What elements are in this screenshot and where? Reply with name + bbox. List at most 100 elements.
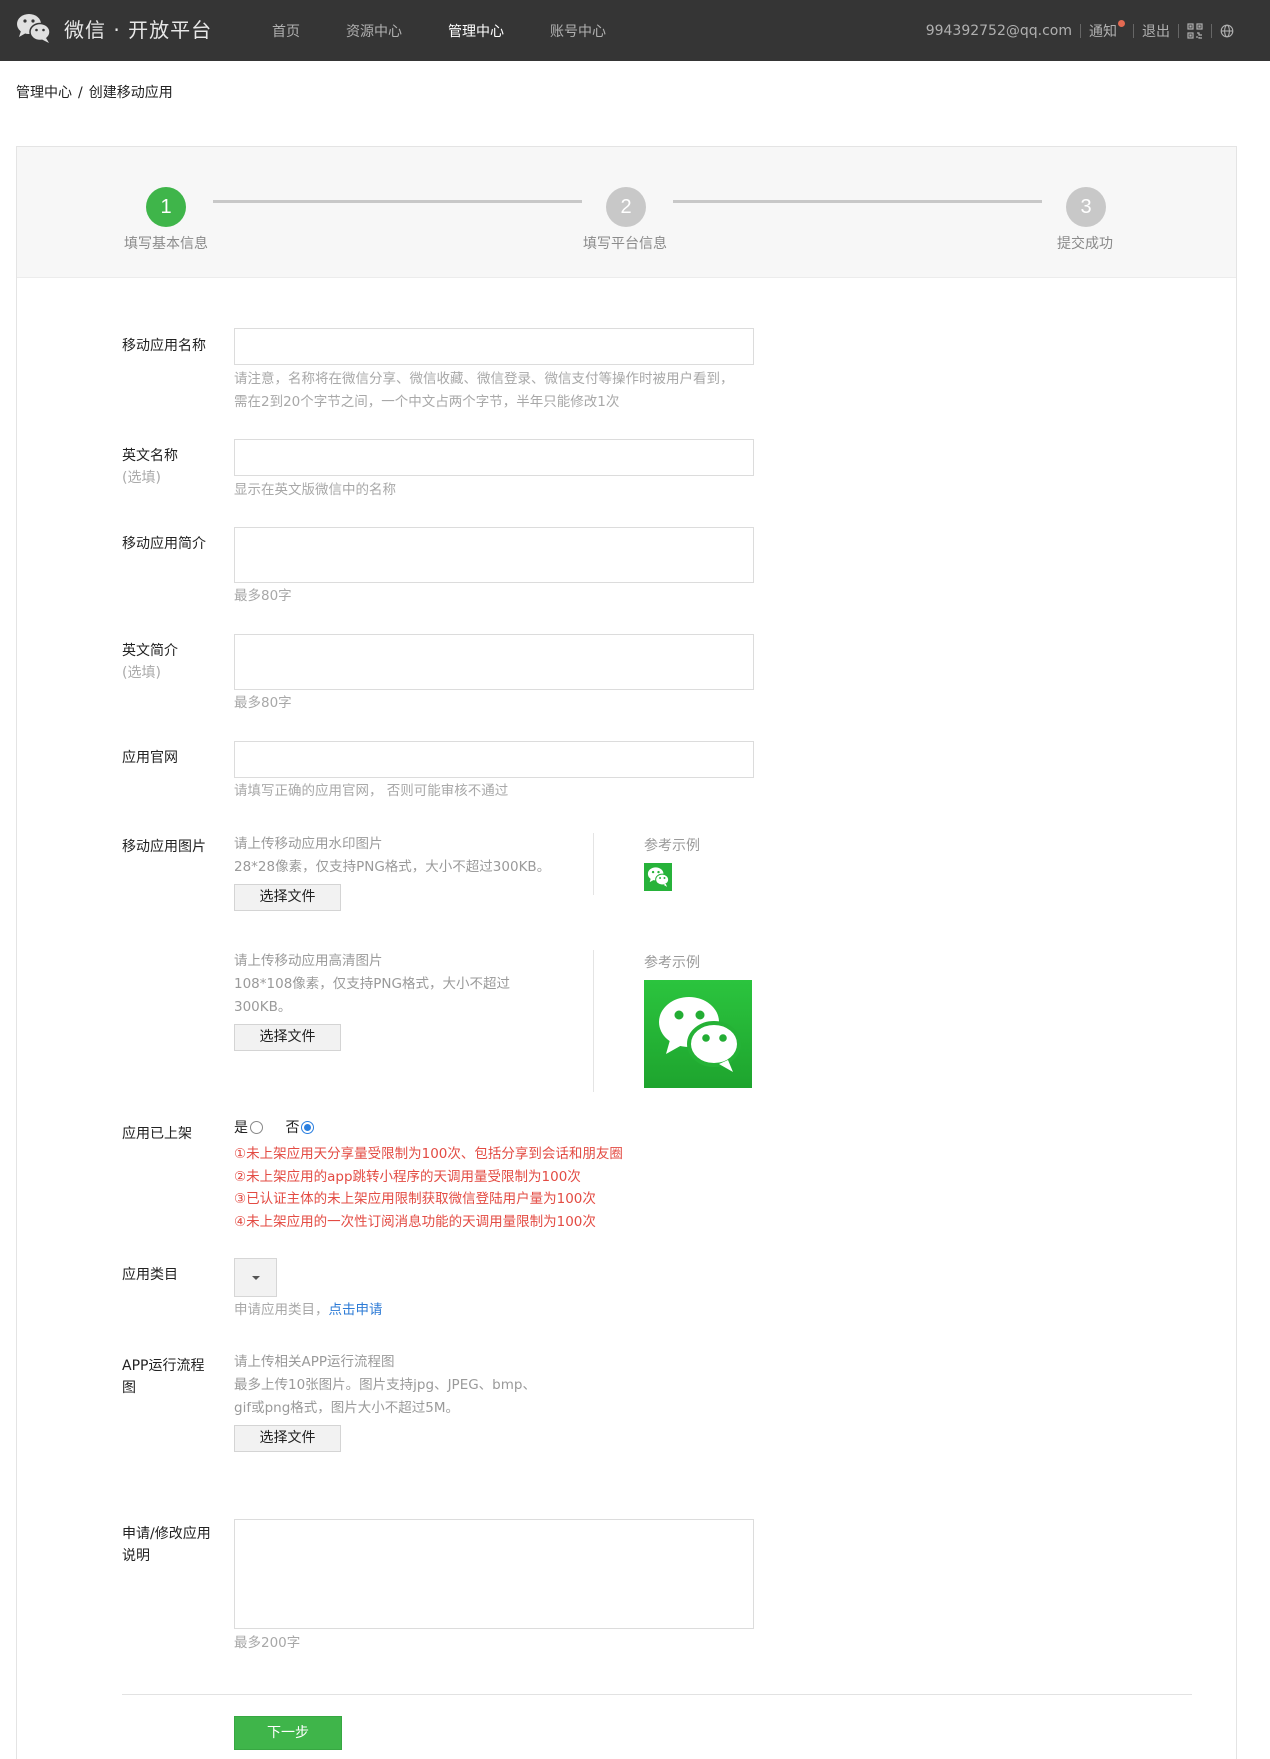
main-nav: 首页 资源中心 管理中心 账号中心 [272, 0, 652, 61]
category-hint-text: 申请应用类目， [234, 1302, 329, 1318]
notice-link[interactable]: 通知 [1089, 19, 1125, 41]
breadcrumb-parent[interactable]: 管理中心 [16, 85, 72, 101]
vertical-divider [593, 950, 594, 1092]
listed-radio-group: 是 否 [234, 1117, 315, 1137]
english-name-hint: 显示在英文版微信中的名称 [234, 482, 396, 498]
listed-label: 应用已上架 [122, 1126, 192, 1142]
flowchart-hint-line3: gif或png格式，图片大小不超过5M。 [234, 1400, 460, 1416]
listed-note-3: ③已认证主体的未上架应用限制获取微信登陆用户量为100次 [234, 1191, 596, 1207]
separator [1211, 23, 1212, 38]
english-intro-textarea[interactable] [234, 634, 754, 690]
brand-name: 微信 · 开放平台 [64, 17, 213, 42]
separator [1133, 23, 1134, 38]
qrcode-icon[interactable] [1187, 22, 1203, 39]
nav-resources[interactable]: 资源中心 [346, 21, 402, 41]
optional-tag: (选填) [122, 470, 161, 486]
listed-yes-label: 是 [234, 1120, 248, 1136]
chevron-down-icon [252, 1276, 260, 1280]
category-hint: 申请应用类目，点击申请 [234, 1299, 383, 1322]
app-name-hint: 请注意，名称将在微信分享、微信收藏、微信登录、微信支付等操作时被用户看到， 需在… [234, 368, 734, 414]
large-icon-hint-line2: 108*108像素，仅支持PNG格式，大小不超过 [234, 976, 510, 992]
nav-management[interactable]: 管理中心 [448, 21, 504, 41]
nav-account[interactable]: 账号中心 [550, 21, 606, 41]
step-2-circle: 2 [606, 187, 646, 227]
vertical-divider [593, 833, 594, 895]
listed-note-4: ④未上架应用的一次性订阅消息功能的天调用量限制为100次 [234, 1213, 596, 1230]
progress-steps: 1 2 3 填写基本信息 填写平台信息 提交成功 [17, 147, 1236, 278]
listed-yes-radio[interactable] [250, 1120, 263, 1134]
flowchart-label-line1: APP运行流程 [122, 1358, 205, 1374]
globe-icon[interactable] [1220, 23, 1236, 39]
small-icon-hint-line2: 28*28像素，仅支持PNG格式，大小不超过300KB。 [234, 859, 551, 875]
nav-home[interactable]: 首页 [272, 21, 300, 41]
listed-note-1: ①未上架应用天分享量受限制为100次、包括分享到会话和朋友圈 [234, 1146, 623, 1162]
breadcrumb-current: 创建移动应用 [88, 85, 173, 101]
app-intro-hint: 最多80字 [234, 588, 292, 604]
apply-category-link[interactable]: 点击申请 [329, 1302, 383, 1318]
notice-label: 通知 [1089, 23, 1117, 40]
separator [1178, 23, 1179, 38]
english-intro-label-text: 英文简介 [122, 643, 178, 659]
small-icon-hint-line1: 请上传移动应用水印图片 [234, 836, 383, 852]
explain-label-line2: 说明 [122, 1548, 150, 1564]
choose-large-icon-button[interactable]: 选择文件 [234, 1024, 341, 1051]
large-icon-reference-label: 参考示例 [644, 955, 700, 971]
step-1-label: 填写基本信息 [124, 236, 208, 252]
create-app-card: 1 2 3 填写基本信息 填写平台信息 提交成功 移动应用名称 请注意，名称将在… [16, 146, 1237, 1759]
next-step-button[interactable]: 下一步 [234, 1716, 342, 1750]
app-name-hint-line1: 请注意，名称将在微信分享、微信收藏、微信登录、微信支付等操作时被用户看到， [234, 371, 734, 387]
explain-label: 申请/修改应用 说明 [122, 1523, 211, 1567]
optional-tag: (选填) [122, 665, 161, 681]
logout-link[interactable]: 退出 [1142, 21, 1170, 41]
english-intro-label: 英文简介 (选填) [122, 640, 178, 684]
app-name-label: 移动应用名称 [122, 338, 206, 354]
website-hint: 请填写正确的应用官网， 否则可能审核不通过 [234, 783, 509, 799]
listed-no-label: 否 [285, 1120, 300, 1136]
website-input[interactable] [234, 741, 754, 778]
large-icon-hint-line3: 300KB。 [234, 999, 292, 1015]
step-3-label: 提交成功 [1057, 236, 1113, 252]
wechat-large-example-icon [644, 980, 752, 1088]
separator [1080, 23, 1081, 38]
step-connector [673, 200, 1042, 203]
notice-badge-dot [1118, 19, 1125, 27]
explain-label-line1: 申请/修改应用 [122, 1526, 211, 1542]
english-name-label-text: 英文名称 [122, 448, 178, 464]
step-3-circle: 3 [1066, 187, 1106, 227]
user-toolbar: 994392752@qq.com 通知 退出 [926, 0, 1236, 61]
step-1-circle: 1 [146, 187, 186, 227]
app-name-input[interactable] [234, 328, 754, 365]
english-name-label: 英文名称 (选填) [122, 445, 178, 489]
category-dropdown[interactable] [234, 1258, 277, 1297]
large-icon-hint-line1: 请上传移动应用高清图片 [234, 953, 383, 969]
form-divider [122, 1694, 1192, 1695]
app-intro-label: 移动应用简介 [122, 536, 206, 552]
flowchart-hint-line1: 请上传相关APP运行流程图 [234, 1354, 395, 1370]
listed-no-radio[interactable] [301, 1120, 315, 1134]
flowchart-hint: 请上传相关APP运行流程图 最多上传10张图片。图片支持jpg、JPEG、bmp… [234, 1351, 536, 1420]
listed-notes: ①未上架应用天分享量受限制为100次、包括分享到会话和朋友圈 ②未上架应用的ap… [234, 1143, 623, 1233]
step-2-label: 填写平台信息 [583, 236, 667, 252]
category-label: 应用类目 [122, 1267, 178, 1283]
breadcrumb: 管理中心 / 创建移动应用 [16, 82, 173, 102]
english-intro-hint: 最多80字 [234, 695, 292, 711]
small-icon-hint: 请上传移动应用水印图片 28*28像素，仅支持PNG格式，大小不超过300KB。 [234, 833, 550, 879]
brand-logo[interactable]: 微信 · 开放平台 [16, 12, 212, 44]
small-icon-reference-label: 参考示例 [644, 838, 700, 854]
explain-hint: 最多200字 [234, 1635, 301, 1651]
wechat-logo-icon [17, 14, 51, 43]
flowchart-label: APP运行流程 图 [122, 1355, 204, 1399]
app-intro-textarea[interactable] [234, 527, 754, 583]
flowchart-label-line2: 图 [122, 1380, 136, 1396]
website-label: 应用官网 [122, 750, 178, 766]
top-navigation-bar: 微信 · 开放平台 首页 资源中心 管理中心 账号中心 994392752@qq… [0, 0, 1270, 61]
flowchart-hint-line2: 最多上传10张图片。图片支持jpg、JPEG、bmp、 [234, 1377, 536, 1393]
account-email[interactable]: 994392752@qq.com [926, 23, 1072, 39]
wechat-small-example-icon [644, 863, 672, 891]
choose-flowchart-button[interactable]: 选择文件 [234, 1425, 341, 1452]
app-name-hint-line2: 需在2到20个字节之间，一个中文占两个字节，半年只能修改1次 [234, 394, 620, 410]
step-connector [213, 200, 582, 203]
choose-small-icon-button[interactable]: 选择文件 [234, 884, 341, 911]
english-name-input[interactable] [234, 439, 754, 476]
explain-textarea[interactable] [234, 1519, 754, 1629]
